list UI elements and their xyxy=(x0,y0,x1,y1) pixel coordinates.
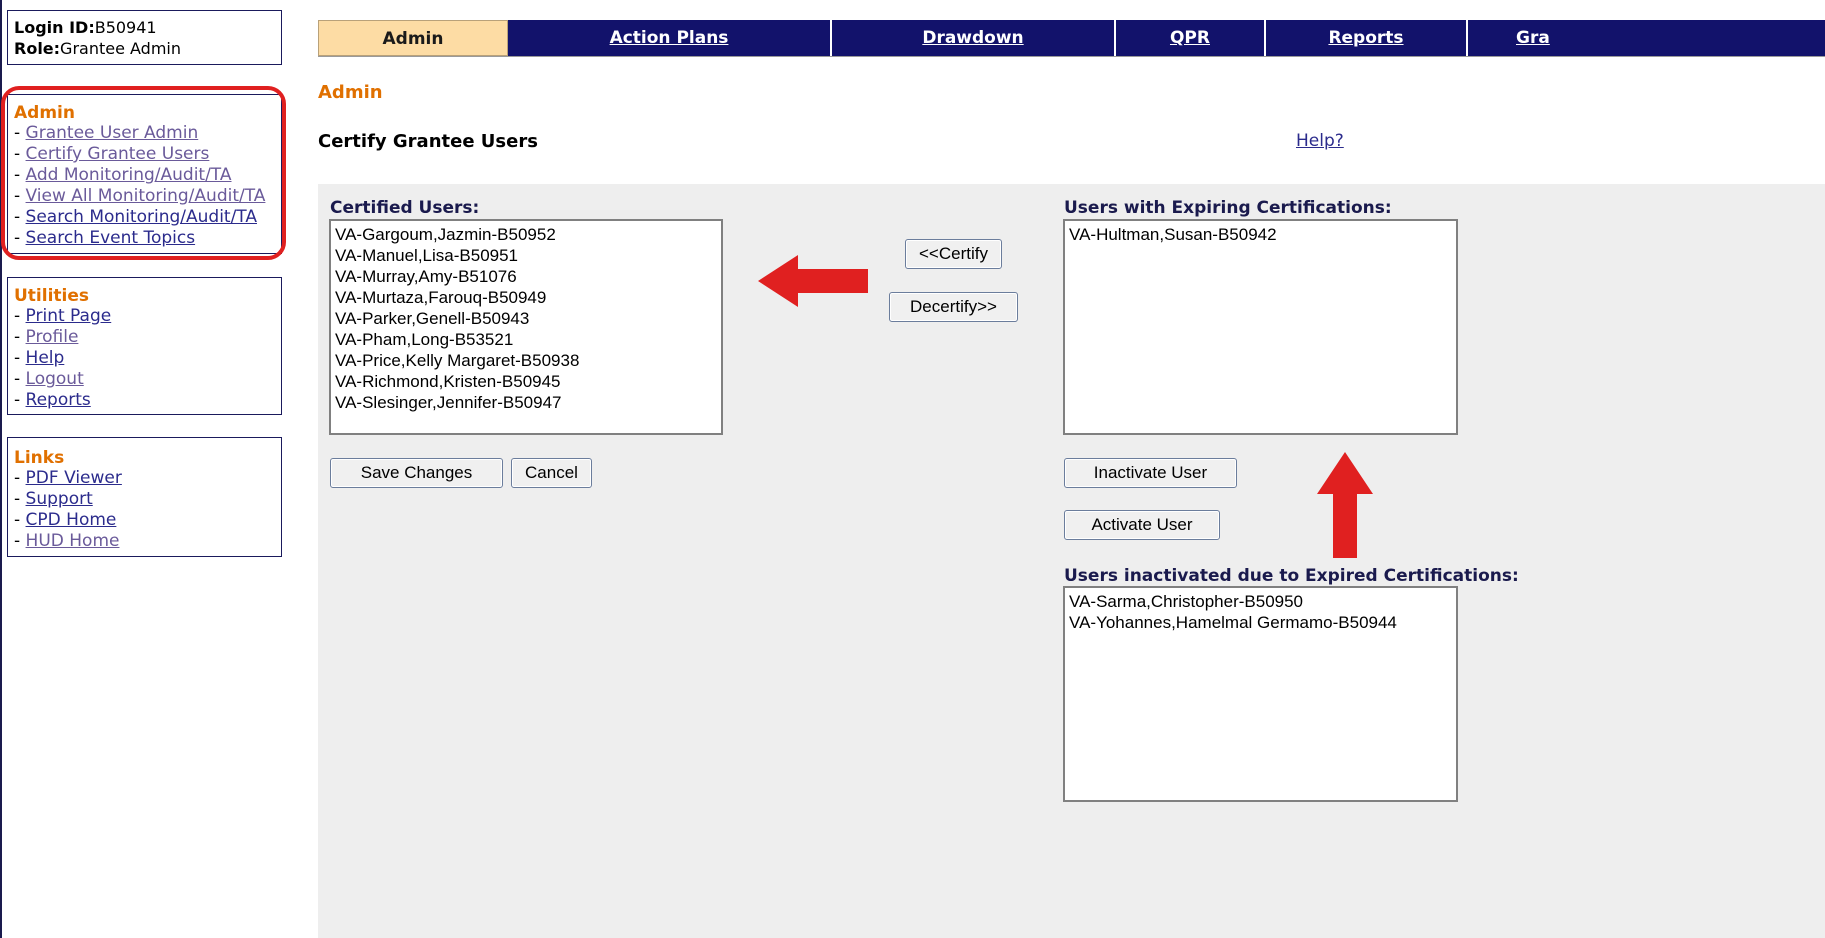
sidebar-item-search-monitoring[interactable]: Search Monitoring/Audit/TA xyxy=(26,207,257,227)
sidebar-links-heading: Links xyxy=(14,448,65,468)
inactivate-user-button[interactable]: Inactivate User xyxy=(1064,458,1237,488)
page-title: Admin xyxy=(318,82,383,103)
help-link[interactable]: Help? xyxy=(1296,131,1344,151)
list-item[interactable]: VA-Slesinger,Jennifer-B50947 xyxy=(335,392,717,413)
inactivated-users-list[interactable]: VA-Sarma,Christopher-B50950 VA-Yohannes,… xyxy=(1063,586,1458,802)
sidebar-utilities-heading: Utilities xyxy=(14,286,90,306)
sidebar-item-grantee-user-admin[interactable]: Grantee User Admin xyxy=(26,123,199,143)
list-item[interactable]: VA-Murray,Amy-B51076 xyxy=(335,266,717,287)
list-item[interactable]: VA-Sarma,Christopher-B50950 xyxy=(1069,591,1452,612)
activate-user-button[interactable]: Activate User xyxy=(1064,510,1220,540)
main-nav: Admin Action Plans Drawdown QPR Reports … xyxy=(318,20,1825,57)
decertify-button[interactable]: Decertify>> xyxy=(889,292,1018,322)
sidebar-item-reports[interactable]: Reports xyxy=(26,390,91,410)
list-item[interactable]: VA-Yohannes,Hamelmal Germamo-B50944 xyxy=(1069,612,1452,633)
sidebar-item-help[interactable]: Help xyxy=(26,348,65,368)
list-item[interactable]: VA-Price,Kelly Margaret-B50938 xyxy=(335,350,717,371)
red-arrow-left-icon xyxy=(758,255,868,307)
tab-grantee[interactable]: Gra xyxy=(1468,20,1568,56)
sidebar-item-cpd-home[interactable]: CPD Home xyxy=(26,510,117,530)
sidebar-item-logout[interactable]: Logout xyxy=(26,369,84,389)
sidebar-admin: Admin - Grantee User Admin - Certify Gra… xyxy=(7,94,282,254)
sidebar-item-profile[interactable]: Profile xyxy=(26,327,79,347)
list-item[interactable]: VA-Manuel,Lisa-B50951 xyxy=(335,245,717,266)
sidebar-links: Links - PDF Viewer - Support - CPD Home … xyxy=(7,437,282,557)
sidebar-admin-heading: Admin xyxy=(14,103,75,123)
certified-users-list[interactable]: VA-Gargoum,Jazmin-B50952 VA-Manuel,Lisa-… xyxy=(329,219,723,435)
tab-action-plans[interactable]: Action Plans xyxy=(508,20,830,56)
tab-admin[interactable]: Admin xyxy=(318,20,508,56)
login-id-label: Login ID: xyxy=(14,18,95,37)
cancel-button[interactable]: Cancel xyxy=(511,458,592,488)
list-item[interactable]: VA-Hultman,Susan-B50942 xyxy=(1069,224,1452,245)
sidebar-item-hud-home[interactable]: HUD Home xyxy=(26,531,120,551)
list-item[interactable]: VA-Parker,Genell-B50943 xyxy=(335,308,717,329)
sidebar-item-view-all-monitoring[interactable]: View All Monitoring/Audit/TA xyxy=(26,186,266,206)
sidebar-item-print-page[interactable]: Print Page xyxy=(26,306,112,326)
expiring-users-list[interactable]: VA-Hultman,Susan-B50942 xyxy=(1063,219,1458,435)
list-item[interactable]: VA-Gargoum,Jazmin-B50952 xyxy=(335,224,717,245)
role-label: Role: xyxy=(14,39,61,58)
section-title: Certify Grantee Users xyxy=(318,131,538,152)
tab-reports[interactable]: Reports xyxy=(1266,20,1466,56)
certified-users-label: Certified Users: xyxy=(330,198,480,218)
sidebar-item-search-event-topics[interactable]: Search Event Topics xyxy=(26,228,196,248)
inactivated-users-label: Users inactivated due to Expired Certifi… xyxy=(1064,566,1519,586)
expiring-users-label: Users with Expiring Certifications: xyxy=(1064,198,1392,218)
save-changes-button[interactable]: Save Changes xyxy=(330,458,503,488)
list-item[interactable]: VA-Richmond,Kristen-B50945 xyxy=(335,371,717,392)
login-info: Login ID:B50941 Role:Grantee Admin xyxy=(7,10,282,65)
sidebar-item-certify-grantee-users[interactable]: Certify Grantee Users xyxy=(26,144,210,164)
sidebar-item-pdf-viewer[interactable]: PDF Viewer xyxy=(26,468,122,488)
tab-qpr[interactable]: QPR xyxy=(1116,20,1264,56)
certify-button[interactable]: <<Certify xyxy=(905,239,1002,269)
left-border xyxy=(0,0,2,938)
red-arrow-up-icon xyxy=(1317,452,1373,558)
role-value: Grantee Admin xyxy=(60,39,182,58)
sidebar-item-support[interactable]: Support xyxy=(26,489,93,509)
list-item[interactable]: VA-Murtaza,Farouq-B50949 xyxy=(335,287,717,308)
tab-drawdown[interactable]: Drawdown xyxy=(832,20,1114,56)
sidebar-item-add-monitoring[interactable]: Add Monitoring/Audit/TA xyxy=(26,165,232,185)
sidebar-utilities: Utilities - Print Page - Profile - Help … xyxy=(7,277,282,415)
login-id-value: B50941 xyxy=(94,18,157,37)
list-item[interactable]: VA-Pham,Long-B53521 xyxy=(335,329,717,350)
